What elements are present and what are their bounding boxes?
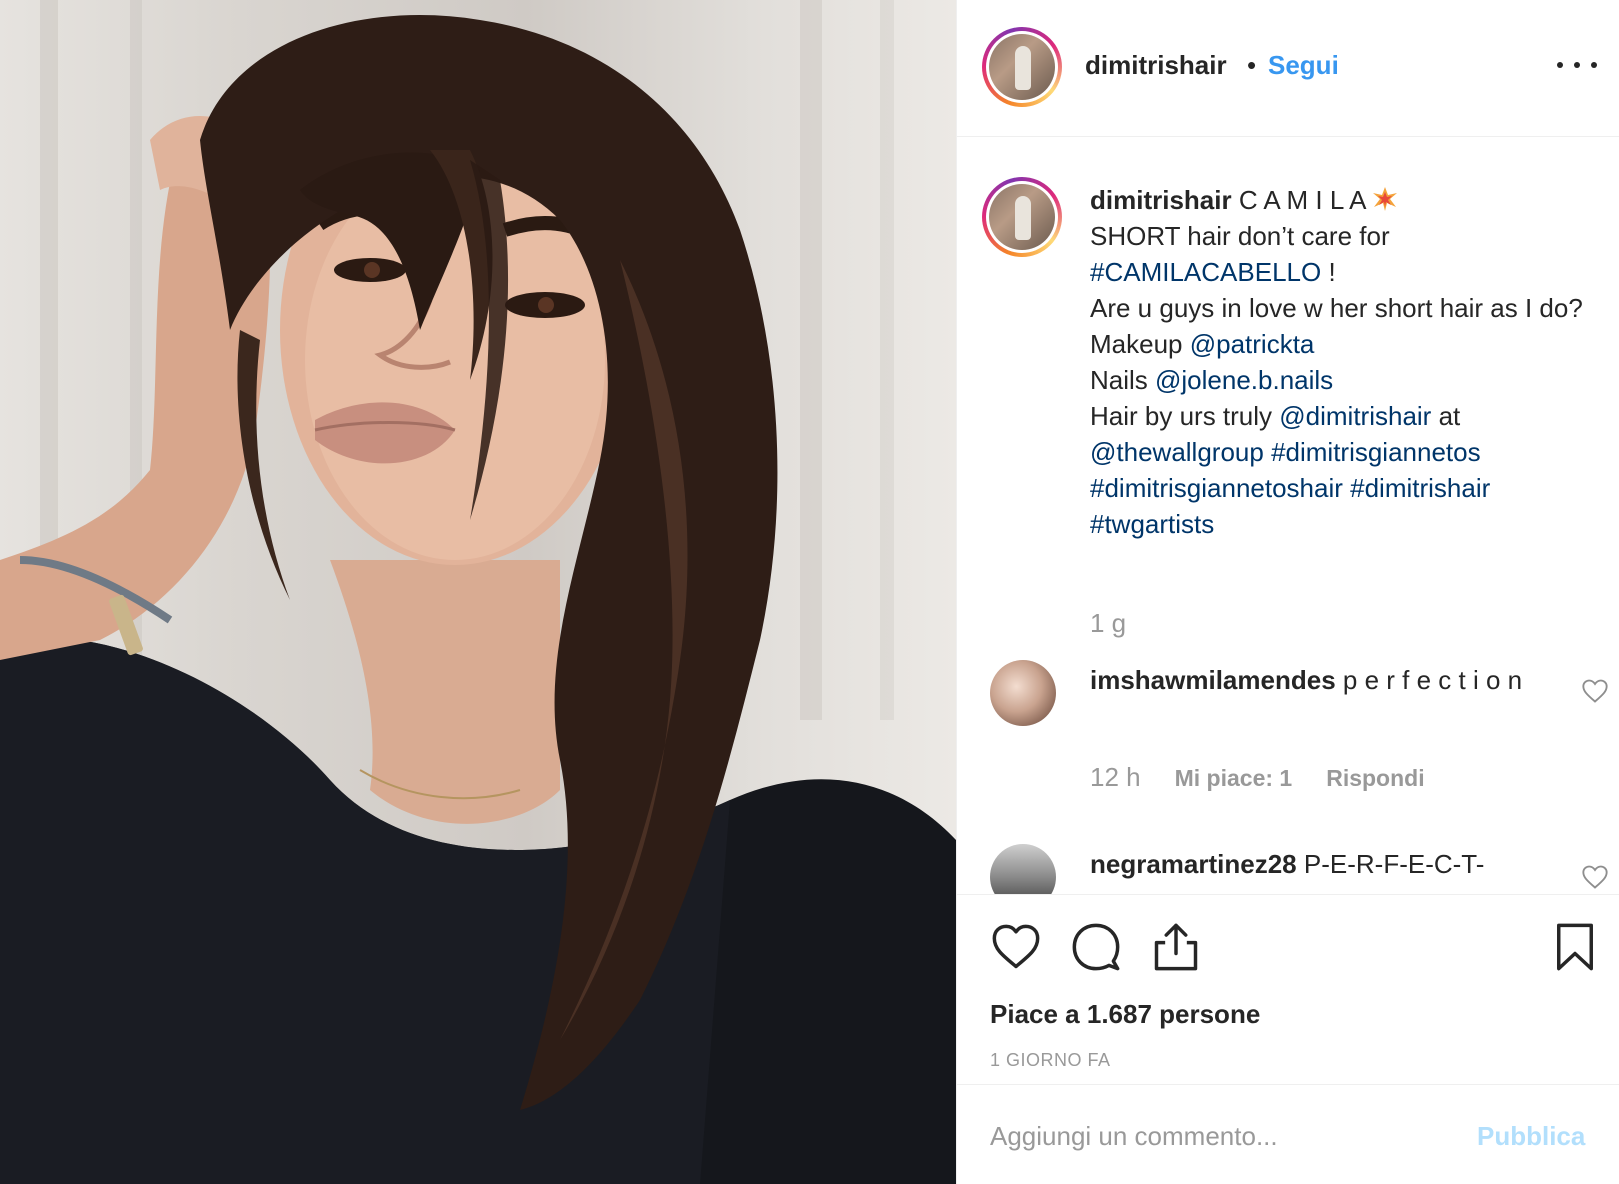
comment-body: P-E-R-F-E-C-T- <box>1303 849 1485 879</box>
more-options-icon[interactable] <box>1557 50 1597 80</box>
comment-like-heart-icon[interactable] <box>1581 678 1609 704</box>
mention-patrickta[interactable]: @patrickta <box>1190 329 1315 359</box>
caption-line-short-hair: SHORT hair don’t care for <box>1090 221 1390 251</box>
comment-body: p e r f e c t i o n <box>1342 665 1523 695</box>
save-bookmark-icon[interactable] <box>1549 921 1601 973</box>
caption-text: dimitrishair C A M I L A SHORT hair don’… <box>1090 182 1600 542</box>
hashtag-dimitrishair[interactable]: #dimitrishair <box>1350 473 1490 503</box>
post-actions: Piace a 1.687 persone 1 GIORNO FA <box>957 894 1619 1084</box>
nails-label: Nails <box>1090 365 1156 395</box>
comment-text: imshawmilamendes p e r f e c t i o n <box>1090 662 1560 698</box>
reply-button[interactable]: Rispondi <box>1326 765 1424 792</box>
mention-jolene-b-nails[interactable]: @jolene.b.nails <box>1155 365 1333 395</box>
caption-age: 1 g <box>1090 608 1127 638</box>
portrait-image <box>0 0 956 1184</box>
comment-age: 12 h <box>1090 762 1141 792</box>
caption-title: C A M I L A <box>1238 185 1366 215</box>
follow-button[interactable]: Segui <box>1268 50 1339 81</box>
post-header: dimitrishair • Segui <box>957 0 1619 137</box>
at-word: at <box>1431 401 1461 431</box>
caption-exclaim: ! <box>1321 257 1336 287</box>
makeup-label: Makeup <box>1090 329 1190 359</box>
comment-text: negramartinez28 P-E-R-F-E-C-T- <box>1090 846 1560 882</box>
post-details-panel: dimitrishair • Segui dimitrishair C A M … <box>956 0 1619 1184</box>
caption-username[interactable]: dimitrishair <box>1090 185 1232 215</box>
post-photo[interactable] <box>0 0 956 1184</box>
caption-author-avatar[interactable] <box>982 177 1062 257</box>
comment-avatar[interactable] <box>990 844 1056 894</box>
hair-label: Hair by urs truly <box>1090 401 1280 431</box>
mention-dimitrishair[interactable]: @dimitrishair <box>1279 401 1431 431</box>
add-comment-bar: Pubblica <box>957 1084 1619 1184</box>
collision-emoji-icon <box>1373 187 1398 211</box>
hashtag-dimitrisgiannetoshair[interactable]: #dimitrisgiannetoshair <box>1090 473 1343 503</box>
comment-username[interactable]: negramartinez28 <box>1090 849 1297 879</box>
post-date[interactable]: 1 GIORNO FA <box>990 1050 1111 1071</box>
like-heart-icon[interactable] <box>990 921 1042 973</box>
separator-dot: • <box>1247 50 1257 80</box>
comment-meta: 12 h Mi piace: 1 Rispondi <box>1090 762 1425 793</box>
comment-avatar[interactable] <box>990 660 1056 726</box>
author-avatar[interactable] <box>982 27 1062 107</box>
share-icon[interactable] <box>1150 921 1202 973</box>
mention-thewallgroup[interactable]: @thewallgroup <box>1090 437 1264 467</box>
hashtag-twgartists[interactable]: #twgartists <box>1090 509 1214 539</box>
comment-likes[interactable]: Mi piace: 1 <box>1175 765 1293 792</box>
comments-list[interactable]: dimitrishair C A M I L A SHORT hair don’… <box>957 138 1619 894</box>
caption-line-question: Are u guys in love w her short hair as I… <box>1090 293 1583 323</box>
comment-input[interactable] <box>990 1111 1460 1161</box>
likes-count[interactable]: Piace a 1.687 persone <box>990 999 1260 1030</box>
comment-like-heart-icon[interactable] <box>1581 864 1609 890</box>
comment-username[interactable]: imshawmilamendes <box>1090 665 1336 695</box>
comment-bubble-icon[interactable] <box>1070 921 1122 973</box>
hashtag-dimitrisgiannetos[interactable]: #dimitrisgiannetos <box>1271 437 1481 467</box>
publish-button[interactable]: Pubblica <box>1477 1121 1585 1152</box>
author-username[interactable]: dimitrishair <box>1085 50 1227 81</box>
hashtag-camilacabello[interactable]: #CAMILACABELLO <box>1090 257 1321 287</box>
